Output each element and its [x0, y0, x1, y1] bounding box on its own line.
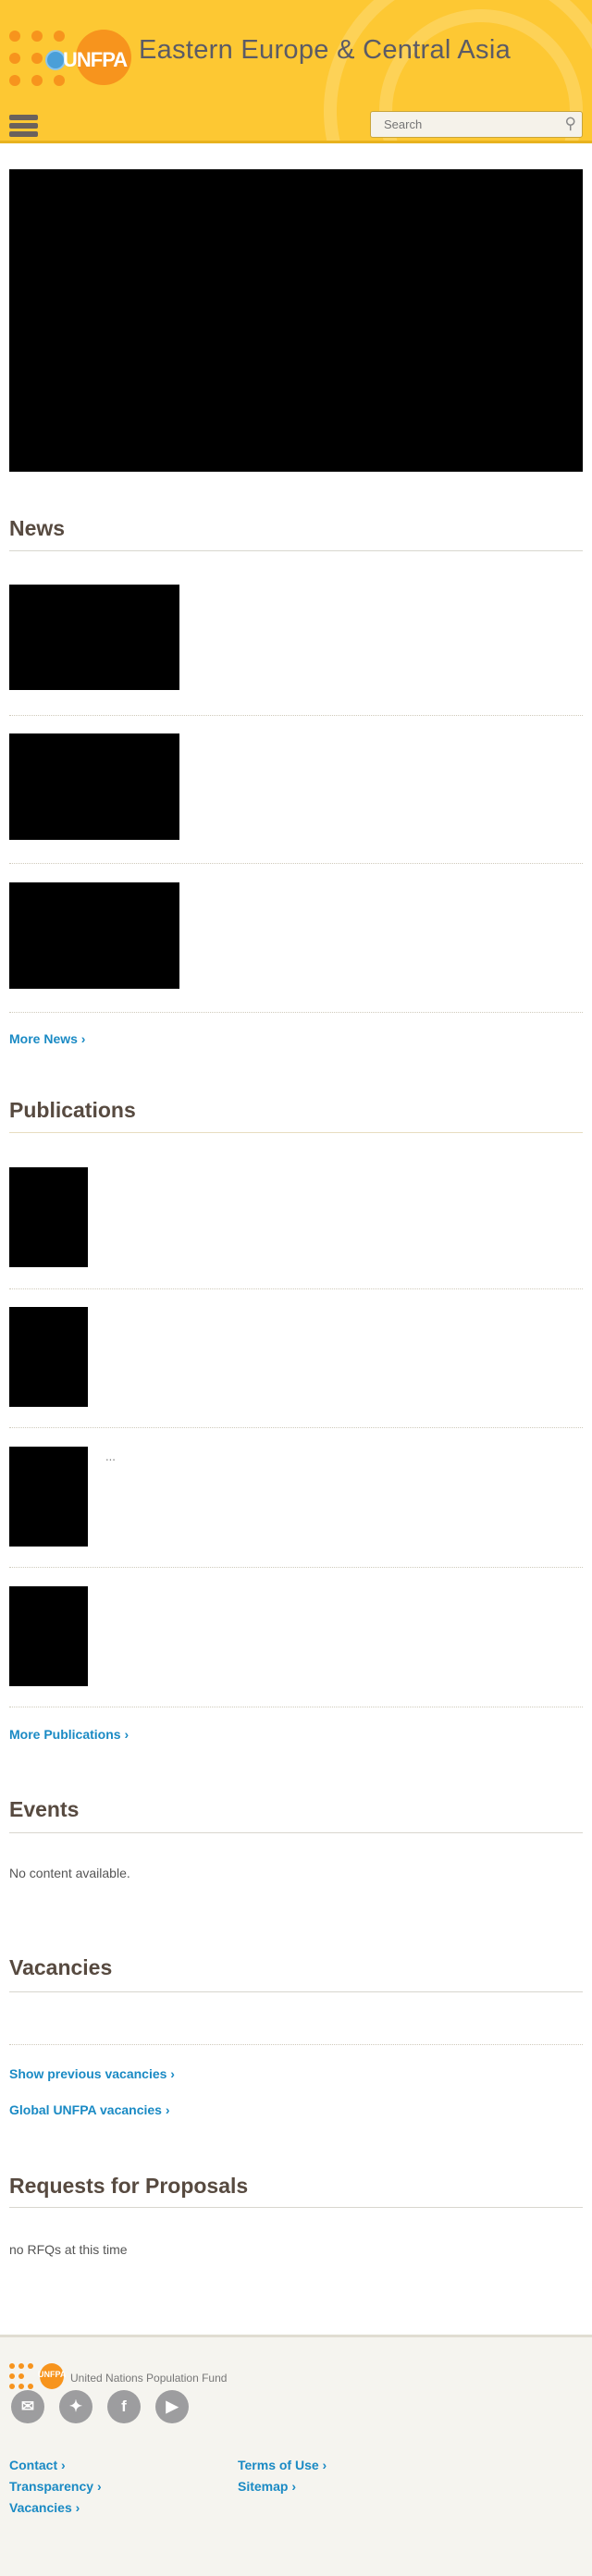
events-empty-text: No content available. [9, 1866, 130, 1880]
footer-org-name: United Nations Population Fund [70, 2372, 228, 2385]
global-vacancies-link[interactable]: Global UNFPA vacancies › [9, 2102, 170, 2117]
search-icon[interactable]: ⚲ [565, 115, 576, 133]
publications-heading: Publications [9, 1098, 136, 1122]
footer-link-terms[interactable]: Terms of Use › [238, 2458, 327, 2472]
publication-cover[interactable] [9, 1447, 88, 1547]
news-item-image[interactable] [9, 733, 179, 840]
hero-image[interactable] [9, 169, 583, 472]
unfpa-logo[interactable]: UNFPA [0, 0, 139, 102]
search-box: ⚲ [370, 111, 583, 138]
youtube-icon[interactable]: ▶ [155, 2390, 189, 2423]
publication-cover[interactable] [9, 1167, 88, 1267]
publication-cover[interactable] [9, 1307, 88, 1407]
vacancies-heading: Vacancies [9, 1955, 113, 1979]
news-item-image[interactable] [9, 882, 179, 989]
footer-link-transparency[interactable]: Transparency › [9, 2479, 102, 2494]
events-heading: Events [9, 1797, 80, 1821]
news-heading: News [9, 516, 66, 540]
site-header: UNFPA Eastern Europe & Central Asia ⚲ [0, 0, 592, 143]
rfp-heading: Requests for Proposals [9, 2174, 249, 2198]
footer-link-sitemap[interactable]: Sitemap › [238, 2479, 296, 2494]
menu-button[interactable] [9, 115, 38, 140]
region-title: Eastern Europe & Central Asia [139, 35, 512, 65]
email-icon[interactable]: ✉ [11, 2390, 44, 2423]
rfp-empty-text: no RFQs at this time [9, 2242, 128, 2257]
facebook-icon[interactable]: f [107, 2390, 141, 2423]
footer-unfpa-logo[interactable]: UNFPA [9, 2363, 66, 2393]
publication-cover[interactable] [9, 1586, 88, 1686]
footer-link-contact[interactable]: Contact › [9, 2458, 66, 2472]
twitter-icon[interactable]: ✦ [59, 2390, 92, 2423]
more-news-link[interactable]: More News › [9, 1031, 85, 1046]
footer-link-vacancies[interactable]: Vacancies › [9, 2500, 80, 2515]
search-input[interactable] [371, 112, 547, 137]
show-previous-vacancies-link[interactable]: Show previous vacancies › [9, 2066, 175, 2081]
news-item-image[interactable] [9, 585, 179, 690]
more-publications-link[interactable]: More Publications › [9, 1727, 129, 1742]
publication-text[interactable]: ... [105, 1449, 116, 1463]
